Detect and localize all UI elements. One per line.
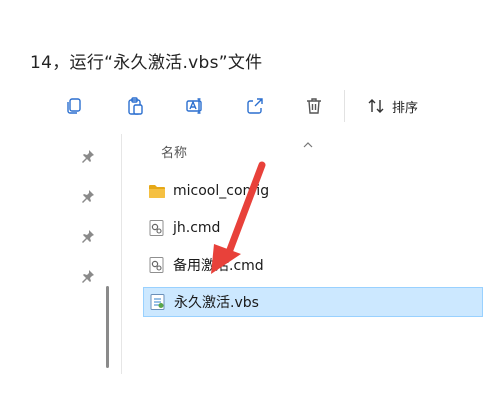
file-name: micool_config	[173, 182, 270, 199]
step-caption: 14，运行“永久激活.vbs”文件	[30, 53, 263, 73]
copy-button[interactable]	[62, 94, 86, 118]
vbs-file-icon	[149, 293, 167, 311]
file-name: 永久激活.vbs	[174, 295, 259, 311]
share-icon	[247, 98, 263, 114]
sort-caret-icon	[303, 134, 313, 148]
explorer-window: 名称 micool_config jh.cmd 备用激活.cmd 永久激活.vb…	[0, 134, 483, 419]
pane-divider[interactable]	[121, 134, 122, 374]
delete-icon	[307, 98, 321, 114]
file-row-micool-config[interactable]: micool_config	[143, 172, 483, 209]
column-header-name[interactable]: 名称	[161, 142, 187, 161]
sort-button[interactable]: 排序	[366, 94, 418, 118]
file-name: jh.cmd	[173, 219, 221, 236]
navigation-pane	[0, 134, 121, 374]
file-row-permanent-activate-vbs[interactable]: 永久激活.vbs	[143, 287, 483, 317]
paste-icon	[128, 97, 143, 115]
file-name: 备用激活.cmd	[173, 257, 264, 274]
rename-icon	[186, 98, 202, 114]
file-list: micool_config jh.cmd 备用激活.cmd 永久激活.vbs	[143, 172, 483, 317]
toolbar-separator	[344, 90, 345, 122]
command-toolbar: 排序	[0, 82, 483, 130]
share-button[interactable]	[243, 94, 267, 118]
rename-button[interactable]	[183, 94, 207, 118]
nav-scrollbar[interactable]	[106, 286, 109, 368]
pin-icon	[80, 148, 96, 164]
file-row-backup-activate-cmd[interactable]: 备用激活.cmd	[143, 246, 483, 283]
folder-icon	[148, 182, 166, 200]
paste-button[interactable]	[123, 94, 147, 118]
copy-icon	[67, 98, 81, 114]
pin-icon	[80, 268, 96, 284]
pin-icon	[80, 228, 96, 244]
cmd-file-icon	[148, 219, 166, 237]
file-row-jh-cmd[interactable]: jh.cmd	[143, 209, 483, 246]
sort-arrows-icon	[368, 99, 384, 113]
sort-label: 排序	[392, 100, 419, 116]
cmd-file-icon	[148, 256, 166, 274]
delete-button[interactable]	[302, 94, 326, 118]
pin-icon	[80, 188, 96, 204]
